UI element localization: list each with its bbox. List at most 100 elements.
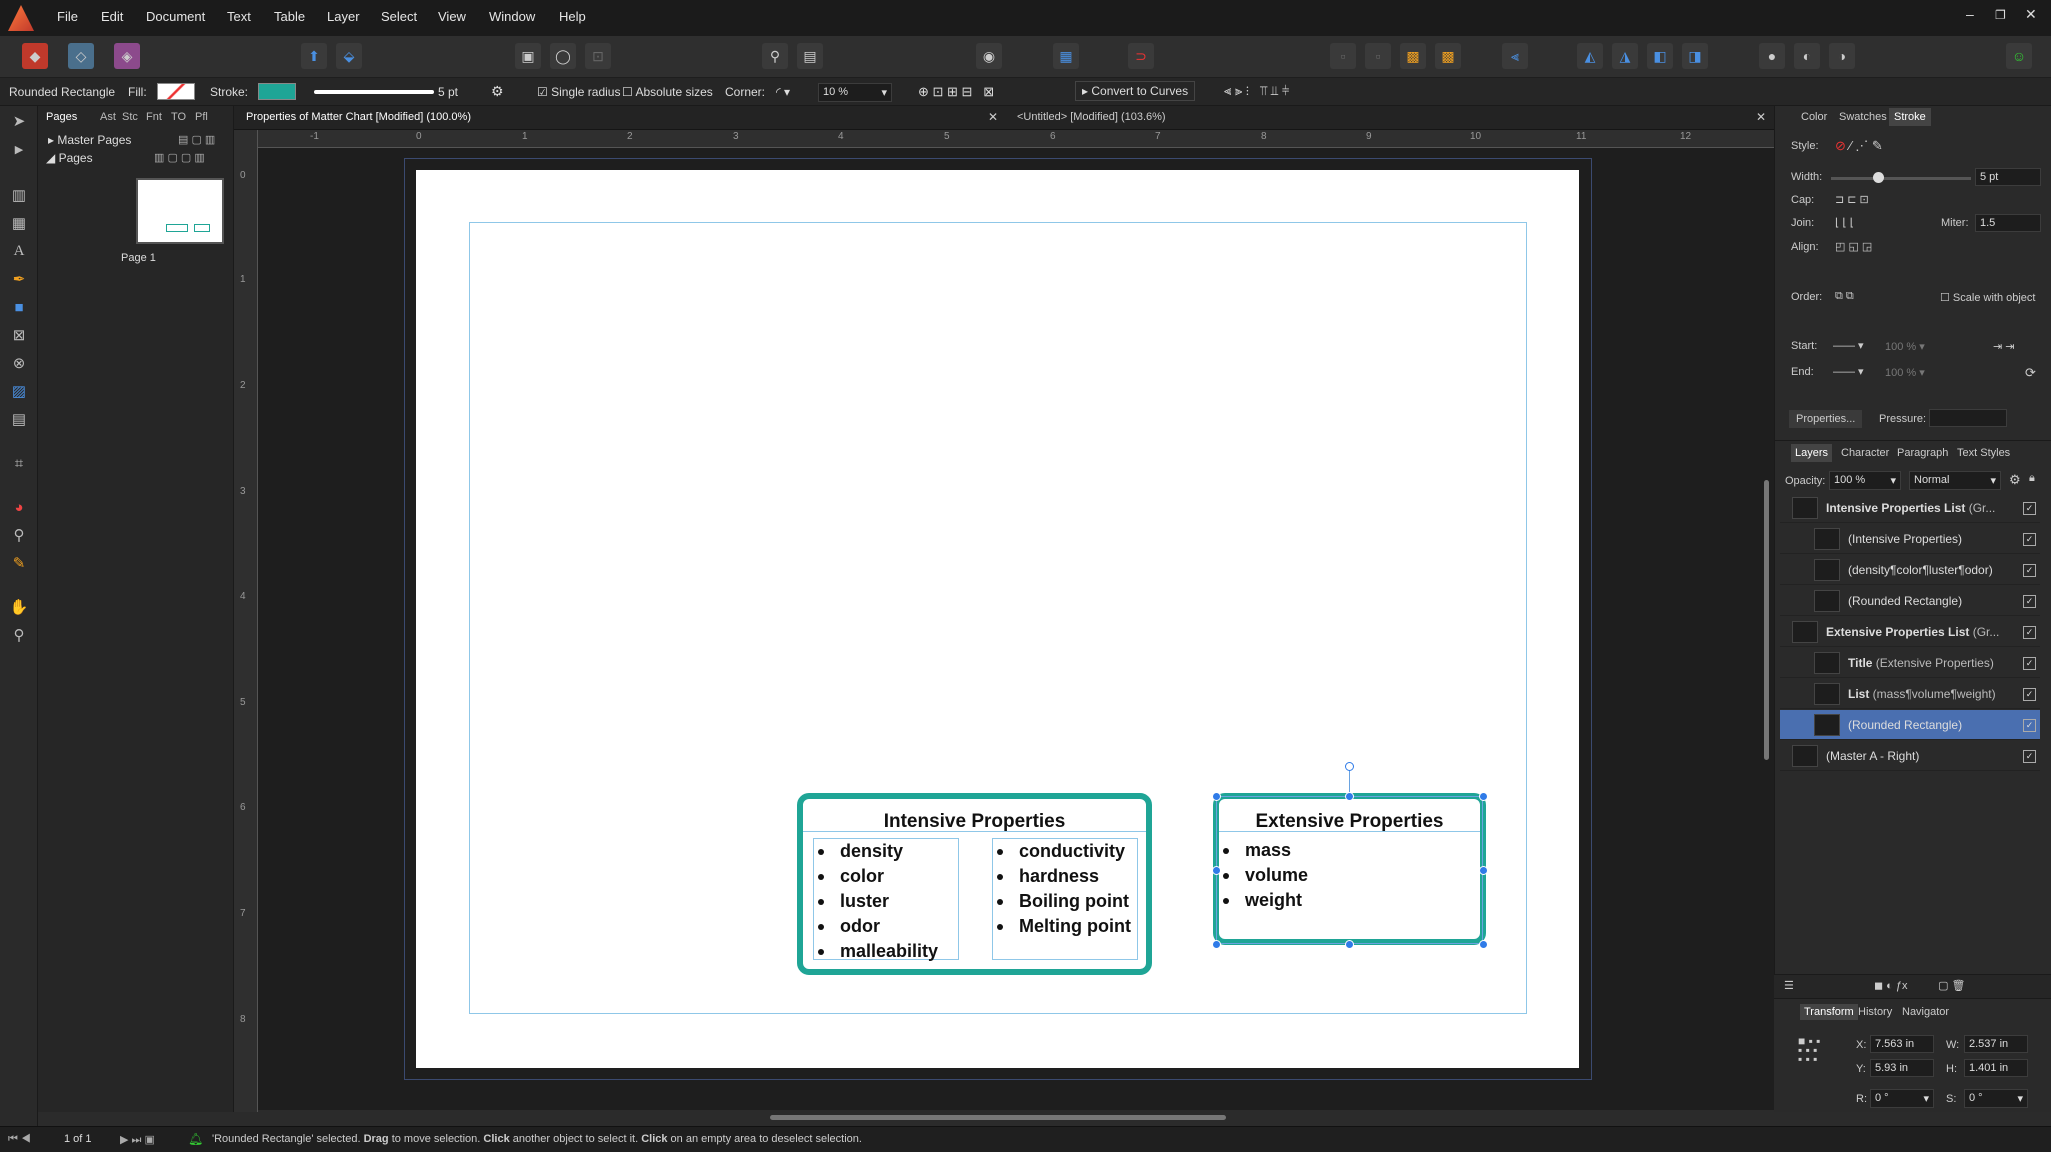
photo-persona-icon[interactable]: ◈	[114, 43, 140, 69]
tab-text-styles[interactable]: Text Styles	[1957, 447, 2010, 459]
doc-tab-untitled[interactable]: <Untitled> [Modified] (103.6%)	[1017, 111, 1166, 123]
resize-handle-t[interactable]	[1345, 792, 1354, 801]
transparency-tool-icon[interactable]: ⚲	[7, 524, 31, 546]
pressure-graph[interactable]	[1929, 409, 2007, 427]
place-image-tool-icon[interactable]: ▨	[7, 380, 31, 402]
layer-row[interactable]: Intensive Properties List (Gr... ✓	[1780, 493, 2040, 523]
convert-to-curves-button[interactable]: ▸ Convert to Curves	[1075, 81, 1196, 101]
wrap-icon[interactable]: ▤	[797, 43, 823, 69]
notification-icon[interactable]: 🔔︎	[188, 1132, 203, 1146]
rotate-left-icon[interactable]: ◧	[1647, 43, 1673, 69]
layer-visibility-checkbox[interactable]: ✓	[2023, 626, 2036, 639]
join-icons[interactable]: ⌊ ⌊ ⌊	[1835, 216, 1854, 229]
menu-document[interactable]: Document	[146, 9, 205, 24]
layer-row[interactable]: Title (Extensive Properties) ✓	[1780, 648, 2040, 678]
anchor-point-selector-icon[interactable]: ■ ▪ ▪ ▪ ▪ ▪ ▪ ▪ ▪	[1798, 1035, 1820, 1065]
rectangle-tool-icon[interactable]: ■	[7, 296, 31, 318]
text-frame-icon[interactable]: ▣	[515, 43, 541, 69]
tab-stroke[interactable]: Stroke	[1889, 108, 1931, 126]
menu-layer[interactable]: Layer	[327, 9, 360, 24]
layer-settings-gear-icon[interactable]: ⚙	[2009, 472, 2021, 488]
frame-text-tool-icon[interactable]: ▥	[7, 184, 31, 206]
content-tool-icon[interactable]: ▤	[7, 408, 31, 430]
ellipse-frame-tool-icon[interactable]: ⊗	[7, 352, 31, 374]
view-mode-icon[interactable]: ▦	[1053, 43, 1079, 69]
layer-visibility-checkbox[interactable]: ✓	[2023, 564, 2036, 577]
resize-handle-r[interactable]	[1479, 866, 1488, 875]
boolean-subtract-icon[interactable]: ◐	[1794, 43, 1820, 69]
stroke-style-icon[interactable]: ⊘ ⁄ ⋰ ✎	[1835, 138, 1883, 154]
tab-pages[interactable]: Pages	[46, 111, 77, 123]
horizontal-scrollbar[interactable]	[770, 1115, 1226, 1120]
resize-handle-l[interactable]	[1212, 866, 1221, 875]
account-icon[interactable]: ☺	[2006, 43, 2032, 69]
tab-assets[interactable]: Ast	[100, 111, 116, 123]
resize-handle-tl[interactable]	[1212, 792, 1221, 801]
pages-header[interactable]: ◢ Pages	[46, 151, 93, 165]
align-stroke-icons[interactable]: ◰ ◱ ◲	[1835, 240, 1872, 253]
fill-tool-icon[interactable]: ◕	[7, 496, 31, 518]
zoom-tool-icon[interactable]: ⚲	[7, 624, 31, 646]
flip-horizontal-icon[interactable]: ◭	[1577, 43, 1603, 69]
menu-table[interactable]: Table	[274, 9, 305, 24]
blend-mode-dropdown[interactable]: Normal ▾	[1909, 471, 2001, 490]
tab-layers[interactable]: Layers	[1791, 444, 1833, 462]
preview-mode-icon[interactable]: ◉	[976, 43, 1002, 69]
rotation-handle[interactable]	[1345, 762, 1354, 771]
tab-history[interactable]: History	[1858, 1006, 1892, 1018]
snap-point-icon[interactable]: ⊕ ⊡ ⊞ ⊟ ⊠	[918, 84, 994, 100]
tab-fonts[interactable]: Fnt	[146, 111, 162, 123]
tab-stock[interactable]: Stc	[122, 111, 138, 123]
corner-type-dropdown[interactable]: ◜ ▾	[776, 85, 790, 99]
layer-row[interactable]: Extensive Properties List (Gr... ✓	[1780, 617, 2040, 647]
scale-with-object-checkbox[interactable]: ☐ Scale with object	[1940, 291, 2035, 304]
designer-persona-icon[interactable]: ◇	[68, 43, 94, 69]
arrange-front-icon[interactable]: ▩	[1435, 43, 1461, 69]
single-radius-checkbox[interactable]: ☑ Single radius	[537, 85, 620, 99]
layer-visibility-checkbox[interactable]: ✓	[2023, 595, 2036, 608]
arrow-position-icons[interactable]: ⇥ ⇥	[1993, 340, 2015, 353]
layer-row[interactable]: (Master A - Right) ✓	[1780, 741, 2040, 771]
first-page-icon[interactable]: ⏮ ◀	[8, 1133, 31, 1146]
align-icon[interactable]: ⫷	[1502, 43, 1528, 69]
tab-paragraph[interactable]: Paragraph	[1897, 447, 1948, 459]
tab-transform[interactable]: Transform	[1800, 1004, 1858, 1020]
end-scale-field[interactable]: 100 % ▾	[1885, 366, 1925, 379]
layer-visibility-checkbox[interactable]: ✓	[2023, 657, 2036, 670]
arrange-backward-icon[interactable]: ▫	[1365, 43, 1391, 69]
flip-vertical-icon[interactable]: ◮	[1612, 43, 1638, 69]
h-field[interactable]: 1.401 in	[1964, 1059, 2028, 1077]
layer-visibility-checkbox[interactable]: ✓	[2023, 719, 2036, 732]
arrange-forward-icon[interactable]: ▩	[1400, 43, 1426, 69]
menu-edit[interactable]: Edit	[101, 9, 123, 24]
layer-row[interactable]: (Rounded Rectangle) ✓	[1780, 586, 2040, 616]
preflight-icon[interactable]: ⬙	[336, 43, 362, 69]
close-window-icon[interactable]: ✕	[2025, 6, 2037, 23]
tab-swatches[interactable]: Swatches	[1839, 111, 1887, 123]
x-field[interactable]: 7.563 in	[1870, 1035, 1934, 1053]
corner-value-field[interactable]: 10 % ▾	[818, 83, 892, 102]
start-scale-field[interactable]: 100 % ▾	[1885, 340, 1925, 353]
intensive-list-col1[interactable]: density color luster odor malleability	[813, 838, 959, 961]
layer-row[interactable]: (Intensive Properties) ✓	[1780, 524, 2040, 554]
layer-visibility-checkbox[interactable]: ✓	[2023, 688, 2036, 701]
page-actions-icon[interactable]: ▤ ▢ ▥	[178, 133, 215, 146]
intensive-list-col2[interactable]: conductivity hardness Boiling point Melt…	[992, 838, 1138, 960]
resize-handle-bl[interactable]	[1212, 940, 1221, 949]
master-pages-header[interactable]: ▸ Master Pages	[48, 133, 131, 147]
stroke-width-value[interactable]: 5 pt	[438, 85, 458, 99]
artistic-text-tool-icon[interactable]: A	[7, 240, 31, 262]
link-frame-icon[interactable]: ⊡	[585, 43, 611, 69]
layer-visibility-checkbox[interactable]: ✓	[2023, 533, 2036, 546]
intensive-properties-title[interactable]: Intensive Properties	[803, 811, 1146, 833]
table-tool-icon[interactable]: ▦	[7, 212, 31, 234]
width-slider-knob[interactable]	[1873, 172, 1884, 183]
picture-frame-icon[interactable]: ◯	[550, 43, 576, 69]
close-tab-icon[interactable]: ✕	[988, 110, 998, 124]
layer-visibility-checkbox[interactable]: ✓	[2023, 502, 2036, 515]
w-field[interactable]: 2.537 in	[1964, 1035, 2028, 1053]
doc-tab-properties-chart[interactable]: Properties of Matter Chart [Modified] (1…	[246, 111, 471, 123]
stroke-swatch[interactable]	[258, 83, 296, 100]
tab-character[interactable]: Character	[1841, 447, 1889, 459]
page-spread-icon[interactable]: ▥ ▢ ▢ ▥	[154, 151, 205, 164]
